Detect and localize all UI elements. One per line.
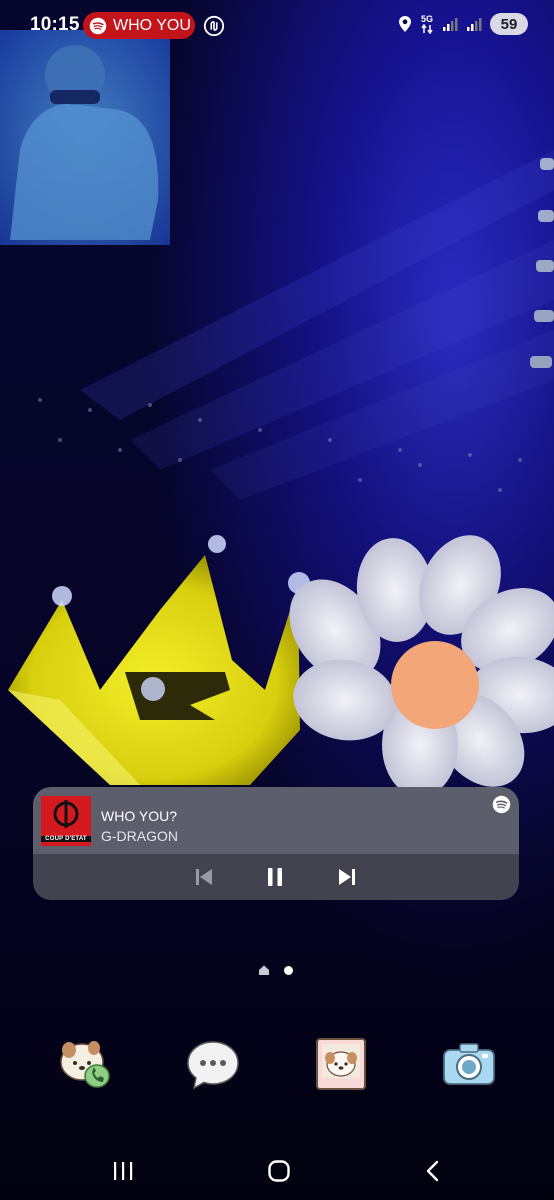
previous-icon [196, 869, 212, 885]
home-icon [268, 1160, 290, 1182]
battery-level: 59 [500, 15, 518, 33]
album-label: COUP D'ETAT [41, 836, 91, 842]
camera-app[interactable] [440, 1036, 498, 1094]
status-bar: 10:15 WHO YOU 5G 59 [0, 0, 554, 52]
track-artist: G-DRAGON [101, 828, 178, 844]
concert-photo [0, 0, 554, 1200]
nfc-icon [203, 15, 225, 37]
media-widget[interactable]: COUP D'ETAT WHO YOU? G-DRAGON [33, 787, 519, 900]
phone-dog-icon [60, 1041, 110, 1088]
track-title: WHO YOU? [101, 808, 177, 824]
spotify-icon[interactable] [492, 795, 511, 814]
page-indicator[interactable] [258, 964, 293, 976]
recents-icon [114, 1162, 133, 1180]
dog-photo-icon [316, 1038, 366, 1090]
data-arrows-icon [421, 23, 433, 34]
media-chip-text: WHO YOU [113, 16, 191, 34]
dock [0, 1036, 554, 1096]
next-button[interactable] [335, 865, 359, 889]
signal-icon [443, 18, 458, 31]
phone-app[interactable] [57, 1036, 115, 1094]
navigation-bar [0, 1150, 554, 1190]
clock: 10:15 [30, 14, 80, 35]
page-dot[interactable] [284, 965, 293, 975]
next-icon [339, 869, 355, 885]
album-art[interactable]: COUP D'ETAT [41, 796, 91, 846]
pause-icon [268, 868, 282, 886]
battery-indicator: 59 [490, 13, 528, 35]
back-icon [426, 1160, 439, 1182]
previous-button[interactable] [192, 865, 216, 889]
recents-button[interactable] [108, 1156, 138, 1186]
home-icon[interactable] [258, 964, 270, 976]
media-info[interactable]: COUP D'ETAT WHO YOU? G-DRAGON [33, 787, 519, 854]
home-button[interactable] [264, 1156, 294, 1186]
gallery-app[interactable] [312, 1036, 370, 1094]
location-icon [399, 16, 411, 32]
network-label: 5G [420, 13, 433, 24]
signal-icon [467, 18, 482, 31]
messages-app[interactable] [184, 1036, 242, 1094]
status-icons: 5G 59 [398, 13, 528, 35]
chat-bubble-icon [187, 1041, 239, 1090]
back-button[interactable] [418, 1156, 448, 1186]
network-indicator: 5G [420, 13, 434, 34]
album-logo [53, 800, 79, 828]
spotify-icon [89, 17, 107, 34]
media-chip[interactable]: WHO YOU [83, 12, 195, 39]
pause-button[interactable] [263, 865, 287, 889]
wallpaper [0, 0, 554, 1200]
camera-icon [443, 1043, 495, 1085]
